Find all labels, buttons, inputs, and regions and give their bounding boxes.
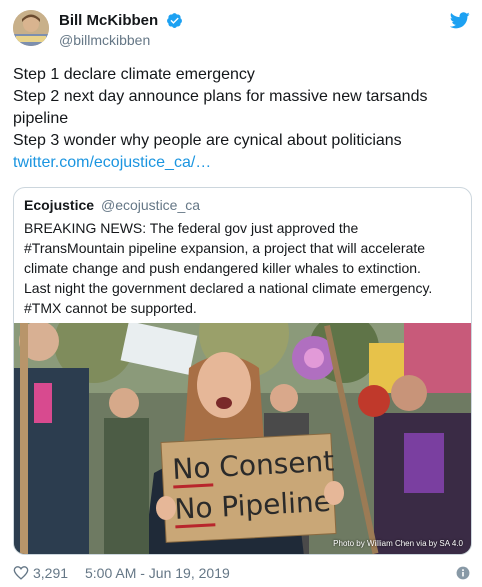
like-count[interactable]: 3,291	[33, 565, 68, 581]
heart-icon[interactable]	[13, 565, 29, 580]
twitter-bird-icon[interactable]	[450, 12, 470, 29]
quoted-author-name[interactable]: Ecojustice	[24, 197, 94, 213]
tweet-footer: 3,291 5:00 AM - Jun 19, 2019	[13, 564, 472, 582]
tweet-line: Step 3 wonder why people are cynical abo…	[13, 132, 402, 149]
tweet-line: Step 1 declare climate emergency	[13, 66, 255, 83]
verified-badge-icon	[167, 13, 182, 28]
author-name[interactable]: Bill McKibben	[59, 12, 158, 29]
photo-credit: Photo by William Chen via by SA 4.0	[333, 539, 463, 548]
tweet-timestamp[interactable]: 5:00 AM - Jun 19, 2019	[85, 565, 230, 581]
protest-photo[interactable]: No Consent No Pipeline Photo by William …	[14, 323, 471, 554]
embedded-tweet: Bill McKibben @billmckibben Step 1 decla…	[0, 0, 482, 587]
quoted-tweet-body: BREAKING NEWS: The federal gov just appr…	[24, 218, 464, 318]
quoted-line: Last night the government declared a nat…	[24, 280, 433, 296]
author-avatar[interactable]	[13, 10, 49, 46]
tweet-line: Step 2 next day announce plans for massi…	[13, 88, 428, 105]
quoted-author-handle[interactable]: @ecojustice_ca	[101, 197, 200, 213]
tweet-line: pipeline	[13, 110, 69, 127]
info-icon[interactable]	[456, 566, 470, 580]
quoted-line: climate change and push endangered kille…	[24, 260, 421, 276]
quoted-line: #TransMountain pipeline expansion, a pro…	[24, 240, 426, 256]
quoted-tweet-card[interactable]: Ecojustice @ecojustice_ca BREAKING NEWS:…	[13, 187, 472, 555]
quoted-tweet-link[interactable]: twitter.com/ecojustice_ca/…	[13, 154, 211, 171]
quoted-line: BREAKING NEWS: The federal gov just appr…	[24, 220, 359, 236]
quoted-line: #TMX cannot be supported.	[24, 300, 197, 316]
tweet-body: Step 1 declare climate emergency Step 2 …	[13, 64, 473, 174]
author-handle[interactable]: @billmckibben	[59, 32, 150, 48]
